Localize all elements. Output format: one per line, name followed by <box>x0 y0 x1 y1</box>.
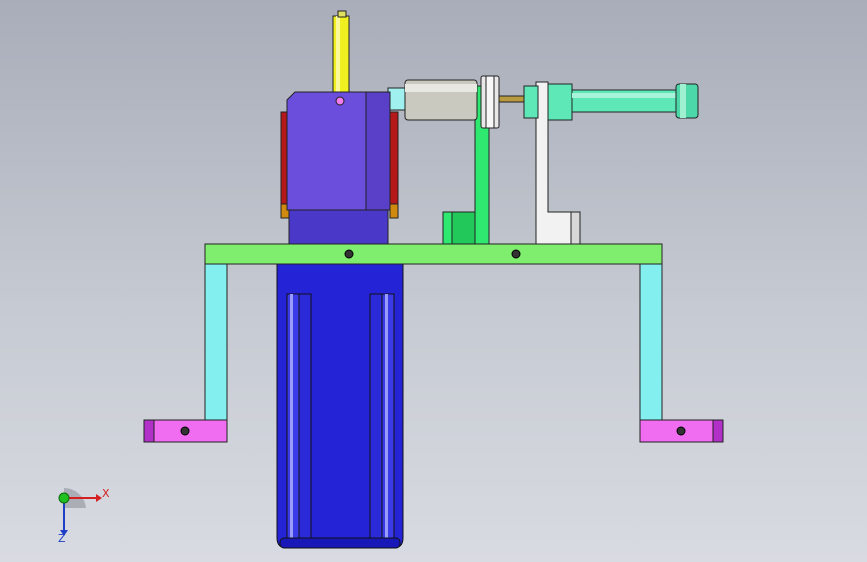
right-foot[interactable] <box>639 419 724 443</box>
right-leg[interactable] <box>639 263 663 421</box>
left-foot[interactable] <box>143 419 228 443</box>
left-leg[interactable] <box>204 263 228 421</box>
base-plate[interactable] <box>204 243 663 265</box>
coordinate-triad: X Z <box>44 478 124 548</box>
piston-rod[interactable] <box>498 95 528 103</box>
x-axis-label: X <box>102 487 110 500</box>
vertical-shaft[interactable] <box>332 10 350 97</box>
side-plate-right[interactable] <box>389 111 399 219</box>
graphics-viewport[interactable]: X Z <box>0 0 867 562</box>
teal-cylinder[interactable] <box>523 83 699 121</box>
y-axis-origin-icon <box>58 492 70 504</box>
left-foot-bolt-icon <box>180 426 190 436</box>
motor-body[interactable] <box>276 261 404 549</box>
right-foot-bolt-icon <box>676 426 686 436</box>
assembly-model[interactable] <box>0 0 867 562</box>
gearbox-housing[interactable] <box>286 91 391 245</box>
base-plate-bolt-left-icon <box>344 249 354 259</box>
z-axis-label: Z <box>58 532 66 545</box>
grey-cylinder[interactable] <box>404 75 500 129</box>
base-plate-bolt-right-icon <box>511 249 521 259</box>
connector-stub[interactable] <box>387 87 407 111</box>
